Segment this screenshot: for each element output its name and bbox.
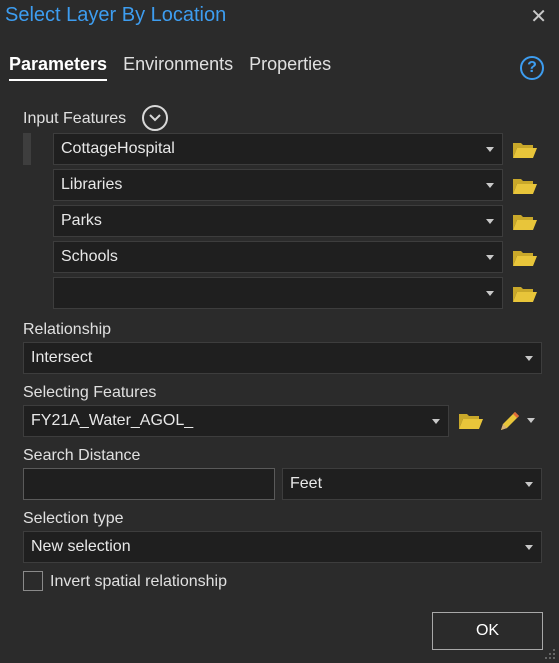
selecting-features-combo[interactable]: FY21A_Water_AGOL_ [23,405,449,437]
chevron-down-icon[interactable] [142,105,168,131]
invert-checkbox[interactable] [23,571,43,591]
search-distance-input[interactable] [23,468,275,500]
selection-type-value: New selection [31,538,131,555]
distance-unit-value: Feet [290,475,323,492]
dropdown-arrow-icon [525,545,533,550]
relationship-value: Intersect [31,349,93,366]
relationship-label: Relationship [23,321,112,338]
close-icon[interactable]: ✕ [530,4,547,29]
ok-button[interactable]: OK [432,612,543,650]
help-icon[interactable]: ? [520,56,544,80]
pencil-dropdown-arrow-icon[interactable] [527,418,535,423]
folder-icon[interactable] [512,248,538,268]
input-feature-combo-1[interactable]: CottageHospital [53,133,503,165]
input-feature-value: CottageHospital [61,140,175,157]
pencil-icon[interactable] [498,409,522,433]
search-distance-label: Search Distance [23,447,141,464]
input-features-row-handle[interactable] [23,133,31,165]
input-feature-combo-3[interactable]: Parks [53,205,503,237]
input-features-label: Input Features [23,110,127,127]
selection-type-label: Selection type [23,510,124,527]
folder-icon[interactable] [512,176,538,196]
input-feature-value: Libraries [61,176,123,193]
selecting-features-value: FY21A_Water_AGOL_ [31,412,194,429]
input-feature-combo-2[interactable]: Libraries [53,169,503,201]
distance-unit-select[interactable]: Feet [282,468,542,500]
folder-icon[interactable] [512,212,538,232]
dropdown-arrow-icon [486,255,494,260]
folder-icon[interactable] [512,284,538,304]
input-feature-combo-4[interactable]: Schools [53,241,503,273]
dropdown-arrow-icon [432,419,440,424]
resize-grip-icon[interactable] [544,648,556,660]
window-title: Select Layer By Location [5,4,227,26]
folder-icon[interactable] [458,411,484,431]
selection-type-select[interactable]: New selection [23,531,542,563]
input-feature-value: Parks [61,212,102,229]
input-feature-combo-5[interactable] [53,277,503,309]
input-feature-value: Schools [61,248,118,265]
tab-environments[interactable]: Environments [123,54,233,81]
dropdown-arrow-icon [486,147,494,152]
relationship-select[interactable]: Intersect [23,342,542,374]
invert-label: Invert spatial relationship [50,573,227,590]
tab-parameters[interactable]: Parameters [9,54,108,81]
tab-properties[interactable]: Properties [249,54,331,81]
tab-bar: Parameters Environments Properties [9,54,331,81]
folder-icon[interactable] [512,140,538,160]
dropdown-arrow-icon [525,482,533,487]
dropdown-arrow-icon [486,291,494,296]
dropdown-arrow-icon [486,219,494,224]
dropdown-arrow-icon [525,356,533,361]
dropdown-arrow-icon [486,183,494,188]
selecting-features-label: Selecting Features [23,384,157,401]
